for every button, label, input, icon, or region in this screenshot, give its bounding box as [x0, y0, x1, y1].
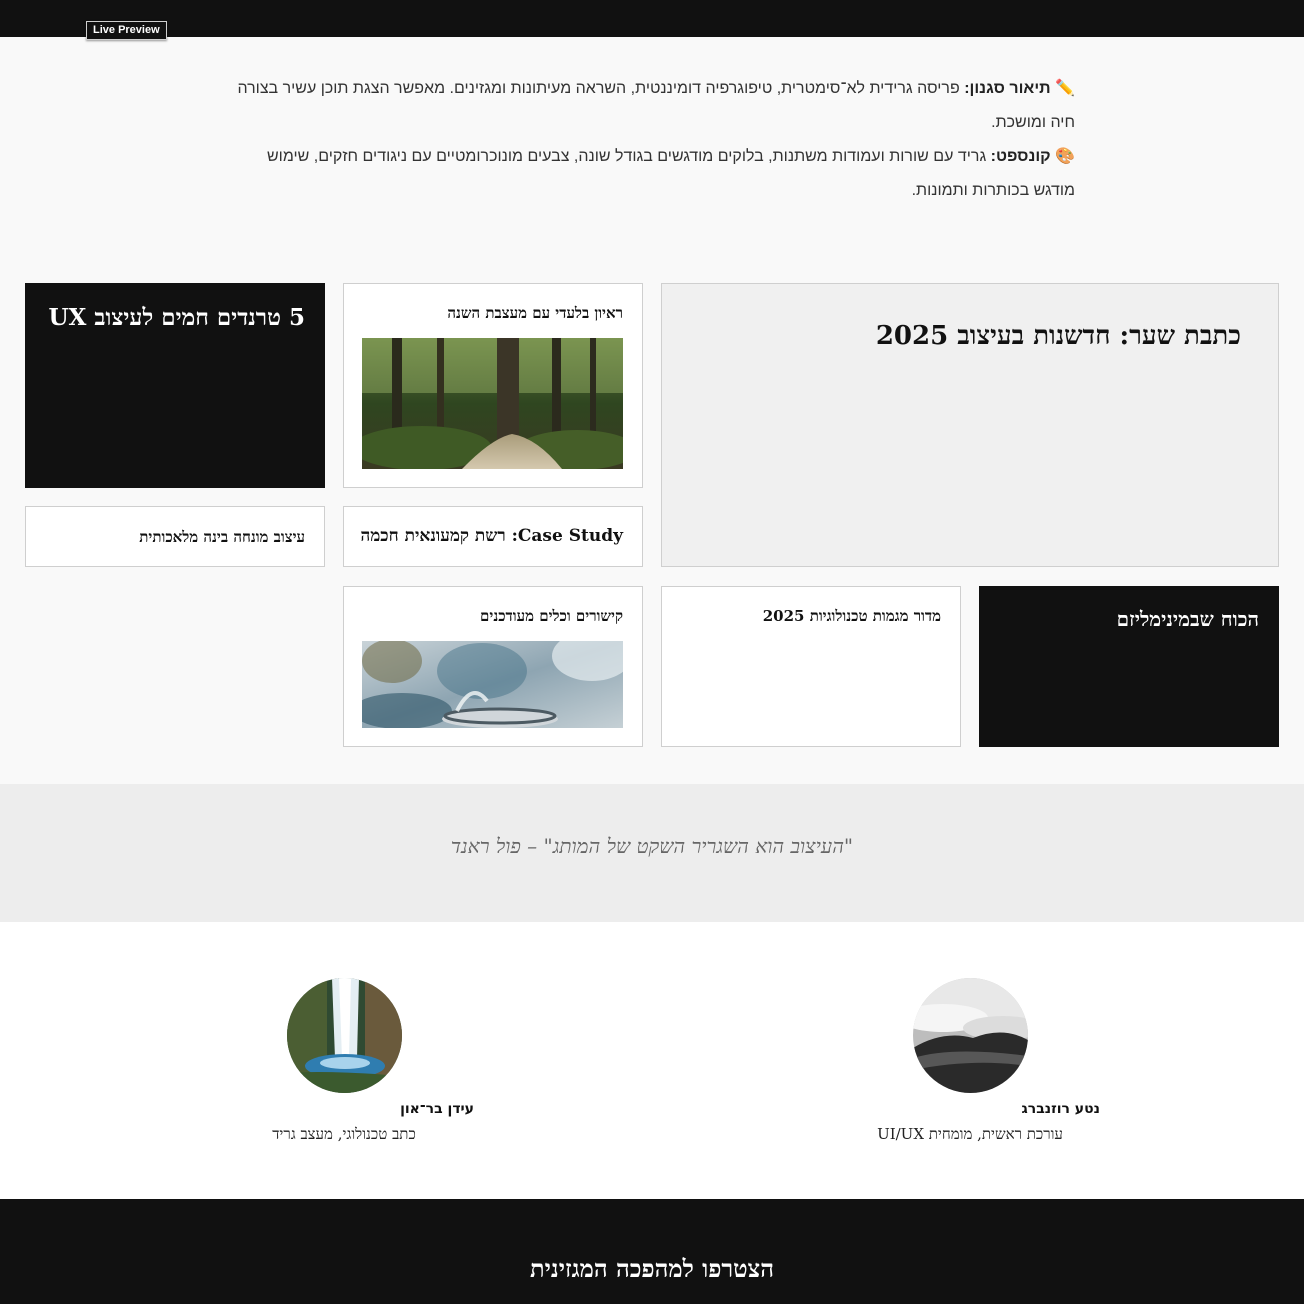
team-member: נטע רוזנברג עורכת ראשית, מומחית UI/UX [840, 978, 1100, 1144]
pencil-icon: ✏️ [1055, 80, 1075, 97]
member-role: עורכת ראשית, מומחית UI/UX [877, 1125, 1063, 1143]
links-card[interactable]: קישורים וכלים מעודכנים [343, 586, 643, 747]
member-role: כתב טכנולוגי, מעצב גריד [272, 1125, 416, 1143]
trends-card[interactable]: 5 טרנדים חמים לעיצוב UX [25, 283, 325, 488]
coffee-image [362, 641, 623, 728]
tech-trends-card[interactable]: מדור מגמות טכנולוגיות 2025 [661, 586, 961, 747]
footer-cta: הצטרפו למהפכה המגזינית [0, 1199, 1304, 1304]
case-study-title: Case Study: רשת קמעונאית חכמה [360, 526, 623, 546]
style-label: תיאור סגנון: [964, 80, 1051, 97]
minimalism-title: הכוח שבמינימליזם [1116, 607, 1259, 631]
minimalism-card[interactable]: הכוח שבמינימליזם [979, 586, 1279, 747]
style-description: ✏️ תיאור סגנון: פריסה גרידית לא־סימטרית,… [230, 72, 1075, 140]
member-name: עידן בר־און [400, 1101, 474, 1117]
concept-label: קונספט: [990, 148, 1051, 165]
team-section: נטע רוזנברג עורכת ראשית, מומחית UI/UX עי… [0, 922, 1304, 1199]
quote-section: "העיצוב הוא השגריר השקט של המותג" – פול … [0, 784, 1304, 922]
links-title: קישורים וכלים מעודכנים [480, 607, 623, 625]
palette-icon: 🎨 [1055, 148, 1075, 165]
member-name: נטע רוזנברג [1021, 1101, 1100, 1117]
avatar [912, 978, 1028, 1093]
ai-design-card[interactable]: עיצוב מונחה בינה מלאכותית [25, 506, 325, 567]
live-preview-badge[interactable]: Live Preview [86, 21, 167, 40]
tech-trends-title: מדור מגמות טכנולוגיות 2025 [762, 607, 941, 625]
top-bar: Live Preview [0, 0, 1304, 40]
ai-design-title: עיצוב מונחה בינה מלאכותית [139, 528, 305, 546]
footer-title: הצטרפו למהפכה המגזינית [529, 1254, 775, 1283]
case-study-card[interactable]: Case Study: רשת קמעונאית חכמה [343, 506, 643, 567]
interview-card[interactable]: ראיון בלעדי עם מעצבת השנה [343, 283, 643, 488]
cover-story-card[interactable]: כתבת שער: חדשנות בעיצוב 2025 [661, 283, 1279, 567]
forest-image [362, 338, 623, 469]
style-text: פריסה גרידית לא־סימטרית, טיפוגרפיה דומינ… [237, 80, 1075, 131]
concept-text: גריד עם שורות ועמודות משתנות, בלוקים מוד… [267, 148, 1075, 199]
team-member: עידן בר־און כתב טכנולוגי, מעצב גריד [214, 978, 474, 1144]
concept-description: 🎨 קונספט: גריד עם שורות ועמודות משתנות, … [230, 140, 1075, 208]
interview-title: ראיון בלעדי עם מעצבת השנה [447, 304, 623, 322]
quote-text: "העיצוב הוא השגריר השקט של המותג" – פול … [450, 834, 854, 858]
avatar [286, 978, 402, 1093]
intro-description: ✏️ תיאור סגנון: פריסה גרידית לא־סימטרית,… [230, 72, 1075, 208]
cover-story-title: כתבת שער: חדשנות בעיצוב 2025 [875, 321, 1241, 351]
trends-title: 5 טרנדים חמים לעיצוב UX [48, 304, 305, 331]
